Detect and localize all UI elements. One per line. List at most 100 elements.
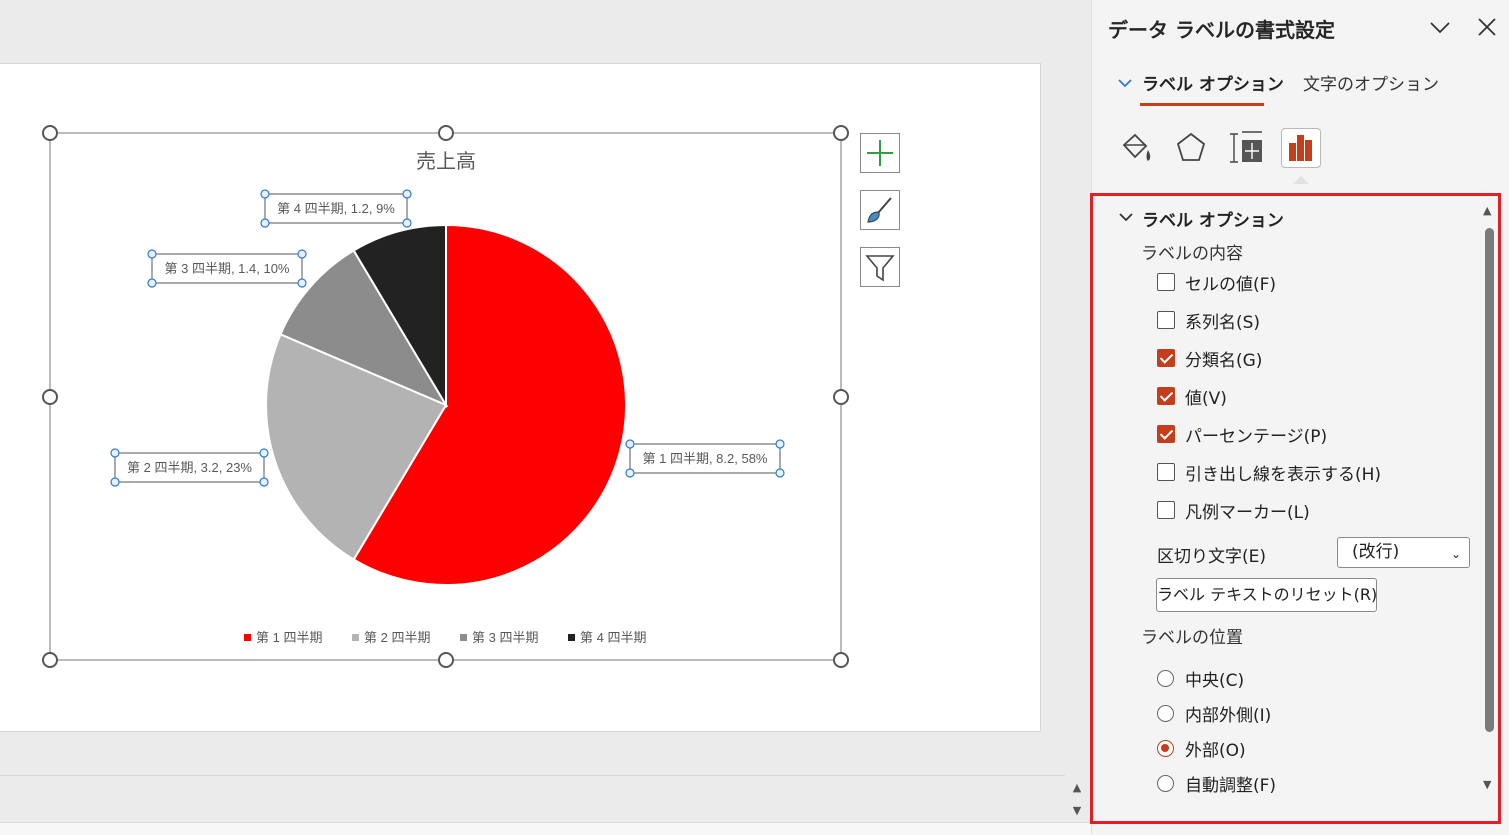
label-handle bbox=[147, 278, 157, 288]
resize-handle bbox=[833, 389, 849, 405]
reset-label-text-button[interactable]: ラベル テキストのリセット(R) bbox=[1156, 578, 1377, 612]
document-canvas: ▲ ▼ 売上高 第 1 四半期, 8.2, 58% 第 2 四半期, 3.2, 2… bbox=[0, 0, 1091, 835]
checkbox-cell-value[interactable]: セルの値(F) bbox=[1157, 269, 1276, 295]
radio-button[interactable] bbox=[1157, 739, 1174, 757]
label-options-section: ラベル オプション ラベルの内容 セルの値(F) 系列名(S) 分類名(G) 値… bbox=[1091, 196, 1483, 822]
legend-entry[interactable]: 第 2 四半期 bbox=[364, 630, 430, 645]
legend-entry[interactable]: 第 1 四半期 bbox=[256, 630, 322, 645]
legend-entry[interactable]: 第 3 四半期 bbox=[472, 630, 538, 645]
chart-styles-icon bbox=[867, 197, 892, 223]
scroll-up-icon[interactable]: ▲ bbox=[1069, 780, 1085, 796]
pie-chart[interactable]: 売上高 第 1 四半期, 8.2, 58% 第 2 四半期, 3.2, 23% 第 … bbox=[0, 0, 1060, 740]
checkbox[interactable] bbox=[1157, 501, 1175, 519]
resize-handle bbox=[833, 125, 849, 141]
chart-filters-button[interactable] bbox=[860, 247, 900, 287]
data-label[interactable]: 第 4 四半期, 1.2, 9% bbox=[260, 189, 412, 228]
section-title[interactable]: ラベル オプション bbox=[1142, 206, 1284, 231]
label-handle bbox=[625, 468, 635, 478]
radio-center[interactable]: 中央(C) bbox=[1157, 665, 1244, 691]
pane-title: データ ラベルの書式設定 bbox=[1108, 18, 1335, 42]
close-icon bbox=[1478, 18, 1496, 36]
label-position-heading: ラベルの位置 bbox=[1141, 628, 1243, 648]
radio-button[interactable] bbox=[1157, 704, 1174, 722]
chevron-down-icon bbox=[1430, 22, 1450, 34]
resize-handle bbox=[42, 389, 58, 405]
chevron-down-icon[interactable] bbox=[1119, 212, 1133, 222]
separator-label: 区切り文字(E) bbox=[1157, 547, 1267, 567]
checkbox-category-name[interactable]: 分類名(G) bbox=[1157, 345, 1262, 371]
data-label-text: 第 2 四半期, 3.2, 23% bbox=[127, 460, 252, 475]
chevron-down-icon bbox=[1118, 79, 1132, 88]
radio-inside-end[interactable]: 内部外側(I) bbox=[1157, 700, 1271, 726]
label-handle bbox=[110, 477, 120, 487]
resize-handle bbox=[438, 125, 454, 141]
label-options-icon bbox=[1289, 135, 1312, 161]
radio-button[interactable] bbox=[1157, 774, 1174, 792]
resize-handle bbox=[833, 652, 849, 668]
radio-best-fit[interactable]: 自動調整(F) bbox=[1157, 770, 1276, 796]
scroll-down-icon[interactable]: ▼ bbox=[1069, 803, 1085, 819]
legend-entry[interactable]: 第 4 四半期 bbox=[580, 630, 646, 645]
checkbox[interactable] bbox=[1157, 273, 1175, 291]
label-handle bbox=[259, 477, 269, 487]
checkbox[interactable] bbox=[1157, 311, 1175, 329]
status-strip bbox=[0, 822, 1091, 835]
resize-handle bbox=[42, 652, 58, 668]
label-handle bbox=[775, 468, 785, 478]
chart-elements-button[interactable] bbox=[860, 133, 900, 173]
checkbox[interactable] bbox=[1157, 349, 1175, 367]
tab-label-options[interactable]: ラベル オプション bbox=[1142, 70, 1284, 95]
pane-close-button[interactable] bbox=[1474, 14, 1500, 40]
pane-options-button[interactable] bbox=[1427, 14, 1453, 40]
label-contents-heading: ラベルの内容 bbox=[1141, 244, 1243, 264]
chart-elements-icon bbox=[867, 140, 893, 166]
chart-filters-icon bbox=[865, 255, 895, 282]
checkbox[interactable] bbox=[1157, 463, 1175, 481]
label-handle bbox=[260, 189, 270, 199]
radio-outside-end[interactable]: 外部(O) bbox=[1157, 735, 1246, 761]
legend-marker bbox=[244, 634, 251, 641]
label-handle bbox=[110, 448, 120, 458]
data-label-text: 第 1 四半期, 8.2, 58% bbox=[643, 451, 768, 466]
chart-title[interactable]: 売上高 bbox=[416, 150, 476, 173]
divider bbox=[0, 775, 1065, 776]
resize-handle bbox=[438, 652, 454, 668]
label-handle bbox=[402, 218, 412, 228]
checkbox-percentage[interactable]: パーセンテージ(P) bbox=[1157, 421, 1327, 447]
active-category-pointer bbox=[1293, 176, 1309, 184]
effects-icon bbox=[1176, 132, 1206, 161]
pane-scrollbar[interactable]: ▲ ▼ bbox=[1483, 204, 1497, 794]
checkbox[interactable] bbox=[1157, 425, 1175, 443]
scroll-up-icon[interactable]: ▲ bbox=[1483, 204, 1491, 217]
legend-marker bbox=[568, 634, 575, 641]
radio-button[interactable] bbox=[1157, 669, 1174, 687]
data-label[interactable]: 第 3 四半期, 1.4, 10% bbox=[147, 249, 307, 288]
label-handle bbox=[259, 448, 269, 458]
separator-select[interactable]: (改行) ⌄ bbox=[1337, 537, 1470, 568]
legend-marker bbox=[352, 634, 359, 641]
size-properties-button[interactable] bbox=[1226, 128, 1266, 168]
data-label[interactable]: 第 1 四半期, 8.2, 58% bbox=[625, 439, 785, 478]
label-handle bbox=[625, 439, 635, 449]
label-handle bbox=[147, 249, 157, 259]
checkbox-series-name[interactable]: 系列名(S) bbox=[1157, 307, 1260, 333]
checkbox-leader-lines[interactable]: 引き出し線を表示する(H) bbox=[1157, 459, 1381, 485]
data-label[interactable]: 第 2 四半期, 3.2, 23% bbox=[110, 448, 269, 487]
checkbox-legend-key[interactable]: 凡例マーカー(L) bbox=[1157, 497, 1310, 523]
label-options-button[interactable] bbox=[1281, 128, 1321, 168]
active-tab-indicator bbox=[1140, 103, 1264, 106]
label-handle bbox=[297, 249, 307, 259]
size-properties-icon bbox=[1230, 131, 1262, 163]
tab-text-options[interactable]: 文字のオプション bbox=[1303, 70, 1439, 95]
scroll-down-icon[interactable]: ▼ bbox=[1483, 778, 1491, 791]
chart-styles-button[interactable] bbox=[860, 190, 900, 230]
effects-button[interactable] bbox=[1171, 128, 1211, 168]
checkbox-value[interactable]: 値(V) bbox=[1157, 383, 1227, 409]
scroll-thumb[interactable] bbox=[1485, 228, 1494, 732]
fill-line-button[interactable] bbox=[1116, 128, 1156, 168]
checkbox[interactable] bbox=[1157, 387, 1175, 405]
data-label-text: 第 4 四半期, 1.2, 9% bbox=[277, 201, 395, 216]
label-handle bbox=[260, 218, 270, 228]
data-label-text: 第 3 四半期, 1.4, 10% bbox=[165, 261, 290, 276]
label-handle bbox=[402, 189, 412, 199]
